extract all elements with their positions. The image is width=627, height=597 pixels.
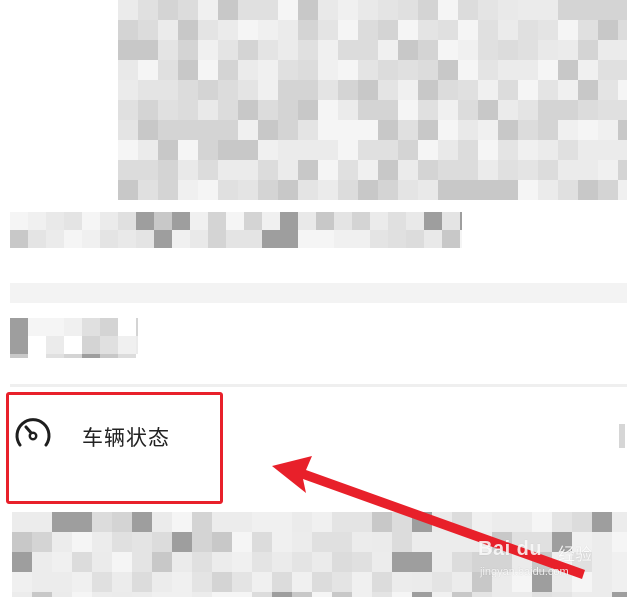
row-divider: [10, 384, 627, 387]
blurred-menu-row[interactable]: [10, 318, 138, 358]
vehicle-status-label: 车辆状态: [82, 426, 170, 450]
blurred-bottom-toolbar[interactable]: [12, 512, 627, 597]
blurred-title: [10, 212, 462, 248]
section-separator: [10, 283, 627, 303]
gauge-icon: [15, 418, 51, 447]
blurred-banner: [118, 0, 627, 200]
chevron-right-icon: [619, 424, 625, 448]
vehicle-status-menu-item[interactable]: 车辆状态: [0, 390, 627, 490]
